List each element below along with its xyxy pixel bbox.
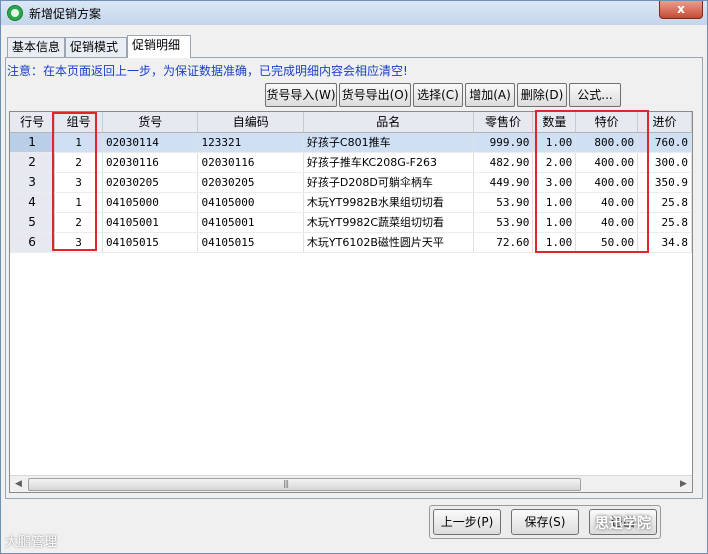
export-button[interactable]: 货号导出(O) [339,83,411,107]
special-price-cell[interactable]: 40.00 [575,212,639,233]
tab-promotion-mode[interactable]: 促销模式 [65,37,127,57]
horizontal-scrollbar[interactable]: ◀ ||| ▶ [10,475,692,492]
self-code-cell[interactable]: 02030116 [197,152,304,173]
quantity-cell[interactable]: 3.00 [532,172,577,193]
product-name-cell[interactable]: 木玩YT9982C蔬菜组切切看 [303,212,474,233]
group-cell[interactable]: 1 [54,192,103,213]
watermark-right: 思迅学院 [595,516,651,532]
quantity-cell[interactable]: 1.00 [532,232,577,253]
retail-price-cell[interactable]: 449.90 [473,172,534,193]
retail-price-cell[interactable]: 53.90 [473,212,534,233]
quantity-cell[interactable]: 1.00 [532,132,577,153]
row-number: 4 [10,192,56,213]
group-cell[interactable]: 1 [54,132,103,153]
save-button[interactable]: 保存(S) [511,509,579,535]
item-code-cell[interactable]: 04105001 [102,212,199,233]
row-number: 5 [10,212,56,233]
notice-text: 注意：在本页面返回上一步，为保证数据准确，已完成明细内容会相应清空! [7,64,408,78]
special-price-cell[interactable]: 40.00 [575,192,639,213]
item-code-cell[interactable]: 02030205 [102,172,199,193]
row-number: 1 [10,132,56,153]
table-row[interactable]: 2 2 02030116 02030116 好孩子推车KC208G-F263 4… [10,152,692,173]
promotion-window: 新增促销方案 x 基本信息 促销模式 促销明细 注意：在本页面返回上一步，为保证… [0,0,708,554]
purchase-price-cell[interactable]: 300.0 [637,152,692,173]
product-name-cell[interactable]: 好孩子D208D可躺伞柄车 [303,172,474,193]
scroll-grip-icon: ||| [283,479,289,488]
quantity-cell[interactable]: 1.00 [532,212,577,233]
item-code-cell[interactable]: 02030114 [102,132,199,153]
group-cell[interactable]: 2 [54,212,103,233]
col-purchase-price[interactable]: 进价 [637,112,692,133]
table-row[interactable]: 1 1 02030114 123321 好孩子C801推车 999.90 1.0… [10,132,692,153]
scroll-left-icon[interactable]: ◀ [10,476,27,493]
product-name-cell[interactable]: 好孩子C801推车 [303,132,474,153]
col-product-name[interactable]: 品名 [303,112,474,133]
special-price-cell[interactable]: 400.00 [575,172,639,193]
scroll-right-icon[interactable]: ▶ [675,476,692,493]
special-price-cell[interactable]: 800.00 [575,132,639,153]
purchase-price-cell[interactable]: 25.8 [637,192,692,213]
delete-button[interactable]: 删除(D) [517,83,567,107]
retail-price-cell[interactable]: 482.90 [473,152,534,173]
group-cell[interactable]: 2 [54,152,103,173]
special-price-cell[interactable]: 400.00 [575,152,639,173]
self-code-cell[interactable]: 123321 [197,132,304,153]
close-button[interactable]: x [659,1,703,19]
table-row[interactable]: 3 3 02030205 02030205 好孩子D208D可躺伞柄车 449.… [10,172,692,193]
scroll-thumb[interactable] [28,478,581,491]
watermark-left: 大鹏管理 [5,535,58,550]
table-row[interactable]: 6 3 04105015 04105015 木玩YT6102B磁性圆片天平 72… [10,232,692,253]
product-name-cell[interactable]: 好孩子推车KC208G-F263 [303,152,474,173]
detail-table: 行号 组号 货号 自编码 品名 零售价 数量 特价 进价 1 1 0203011… [10,112,692,253]
table-row[interactable]: 4 1 04105000 04105000 木玩YT9982B水果组切切看 53… [10,192,692,213]
col-self-code[interactable]: 自编码 [197,112,304,133]
table-row[interactable]: 5 2 04105001 04105001 木玩YT9982C蔬菜组切切看 53… [10,212,692,233]
self-code-cell[interactable]: 04105015 [197,232,304,253]
row-number: 2 [10,152,56,173]
tab-basic-info[interactable]: 基本信息 [7,37,65,57]
formula-button[interactable]: 公式... [569,83,621,107]
product-name-cell[interactable]: 木玩YT9982B水果组切切看 [303,192,474,213]
import-button[interactable]: 货号导入(W) [265,83,337,107]
item-code-cell[interactable]: 02030116 [102,152,199,173]
self-code-cell[interactable]: 04105001 [197,212,304,233]
retail-price-cell[interactable]: 53.90 [473,192,534,213]
col-item-code[interactable]: 货号 [102,112,199,133]
add-button[interactable]: 增加(A) [465,83,515,107]
col-retail-price[interactable]: 零售价 [473,112,534,133]
select-button[interactable]: 选择(C) [413,83,463,107]
purchase-price-cell[interactable]: 25.8 [637,212,692,233]
item-code-cell[interactable]: 04105015 [102,232,199,253]
retail-price-cell[interactable]: 72.60 [473,232,534,253]
tab-promotion-detail[interactable]: 促销明细 [127,35,191,58]
col-row-number[interactable]: 行号 [10,112,56,133]
group-cell[interactable]: 3 [54,172,103,193]
prev-step-button[interactable]: 上一步(P) [433,509,501,535]
quantity-cell[interactable]: 2.00 [532,152,577,173]
purchase-price-cell[interactable]: 34.8 [637,232,692,253]
col-quantity[interactable]: 数量 [532,112,577,133]
purchase-price-cell[interactable]: 350.9 [637,172,692,193]
item-code-cell[interactable]: 04105000 [102,192,199,213]
quantity-cell[interactable]: 1.00 [532,192,577,213]
product-name-cell[interactable]: 木玩YT6102B磁性圆片天平 [303,232,474,253]
purchase-price-cell[interactable]: 760.0 [637,132,692,153]
app-icon [7,5,23,21]
special-price-cell[interactable]: 50.00 [575,232,639,253]
self-code-cell[interactable]: 02030205 [197,172,304,193]
row-number: 3 [10,172,56,193]
col-group[interactable]: 组号 [54,112,103,133]
group-cell[interactable]: 3 [54,232,103,253]
retail-price-cell[interactable]: 999.90 [473,132,534,153]
grid-header: 行号 组号 货号 自编码 品名 零售价 数量 特价 进价 [10,112,692,133]
self-code-cell[interactable]: 04105000 [197,192,304,213]
row-number: 6 [10,232,56,253]
detail-grid[interactable]: 行号 组号 货号 自编码 品名 零售价 数量 特价 进价 1 1 0203011… [9,111,693,493]
col-special-price[interactable]: 特价 [575,112,639,133]
window-title: 新增促销方案 [29,7,102,21]
title-bar: 新增促销方案 x [1,1,707,25]
